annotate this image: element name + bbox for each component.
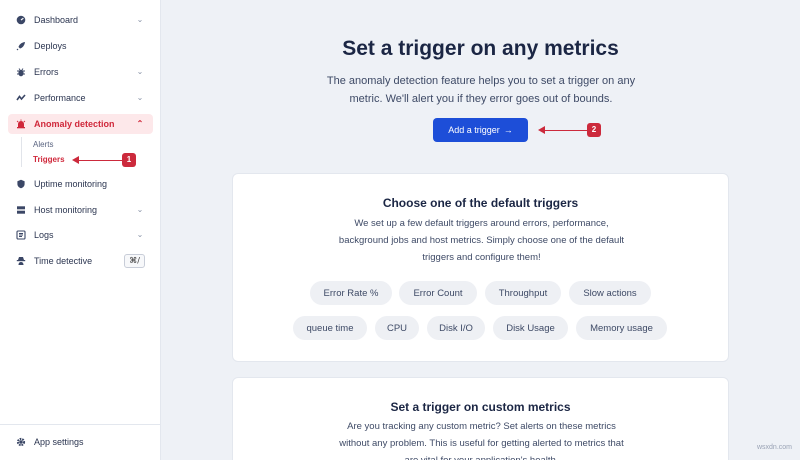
trigger-chip[interactable]: Disk I/O	[427, 316, 485, 340]
sidebar-item-label: App settings	[34, 437, 84, 447]
dashboard-gauge-icon	[16, 15, 26, 25]
sidebar: Dashboard ⌄ Deploys Errors ⌄ Performance…	[0, 0, 161, 460]
logs-icon	[16, 230, 26, 240]
sidebar-item-label: Uptime monitoring	[34, 179, 108, 189]
chevron-down-icon[interactable]: ⌄	[135, 15, 145, 25]
sidebar-item-label: Time detective	[34, 256, 93, 266]
card-title: Choose one of the default triggers	[382, 196, 579, 210]
sidebar-subitem-triggers[interactable]: Triggers	[33, 155, 65, 164]
chevron-down-icon[interactable]: ⌄	[135, 230, 145, 240]
divider	[0, 424, 161, 425]
default-triggers-card: Choose one of the default triggers We se…	[232, 173, 729, 362]
callout-arrow	[544, 129, 588, 131]
sidebar-item-deploys[interactable]: Deploys	[8, 36, 153, 56]
trigger-chip[interactable]: Error Rate %	[310, 281, 392, 305]
trigger-chip[interactable]: Throughput	[485, 281, 561, 305]
gear-icon	[16, 437, 26, 447]
custom-metrics-card: Set a trigger on custom metrics Are you …	[232, 377, 729, 460]
sidebar-item-time-detective[interactable]: Time detective ⌘/	[8, 251, 153, 271]
trigger-chip[interactable]: Slow actions	[569, 281, 651, 305]
trigger-chip[interactable]: CPU	[375, 316, 419, 340]
callout-badge: 1	[122, 153, 136, 167]
chevron-down-icon[interactable]: ⌄	[135, 205, 145, 215]
sidebar-item-label: Errors	[34, 67, 59, 77]
alarm-icon	[16, 119, 26, 129]
card-description: Are you tracking any custom metric? Set …	[339, 421, 624, 460]
sidebar-item-dashboard[interactable]: Dashboard ⌄	[8, 10, 153, 30]
page-description: The anomaly detection feature helps you …	[326, 75, 636, 105]
server-icon	[16, 205, 26, 215]
trigger-chip[interactable]: Memory usage	[576, 316, 667, 340]
sidebar-item-logs[interactable]: Logs ⌄	[8, 225, 153, 245]
sidebar-item-uptime-monitoring[interactable]: Uptime monitoring	[8, 174, 153, 194]
bug-icon	[16, 67, 26, 77]
card-description: We set up a few default triggers around …	[338, 218, 625, 263]
page-title: Set a trigger on any metrics	[342, 37, 619, 60]
arrow-right-icon: →	[503, 125, 513, 135]
sidebar-item-label: Anomaly detection	[34, 119, 115, 129]
sidebar-item-label: Deploys	[34, 41, 67, 51]
performance-icon	[16, 93, 26, 103]
sidebar-item-label: Host monitoring	[34, 205, 98, 215]
trigger-chip[interactable]: Disk Usage	[493, 316, 568, 340]
sidebar-item-label: Performance	[34, 93, 86, 103]
trigger-chip[interactable]: queue time	[293, 316, 367, 340]
sidebar-item-app-settings[interactable]: App settings	[8, 432, 153, 452]
callout-badge: 2	[587, 123, 601, 137]
sidebar-item-performance[interactable]: Performance ⌄	[8, 88, 153, 108]
chevron-down-icon[interactable]: ⌄	[135, 67, 145, 77]
sidebar-item-host-monitoring[interactable]: Host monitoring ⌄	[8, 200, 153, 220]
trigger-chip[interactable]: Error Count	[399, 281, 477, 305]
sidebar-item-anomaly-detection[interactable]: Anomaly detection ⌃	[8, 114, 153, 134]
shield-icon	[16, 179, 26, 189]
add-trigger-label: Add a trigger	[448, 125, 500, 135]
keyboard-shortcut: ⌘/	[124, 254, 145, 268]
chevron-down-icon[interactable]: ⌄	[135, 93, 145, 103]
sidebar-item-label: Dashboard	[34, 15, 79, 25]
watermark: wsxdn.com	[756, 444, 792, 451]
sidebar-item-errors[interactable]: Errors ⌄	[8, 62, 153, 82]
callout-arrow	[78, 159, 122, 161]
detective-icon	[16, 256, 26, 266]
chevron-up-icon[interactable]: ⌃	[135, 119, 145, 129]
sidebar-subitem-alerts[interactable]: Alerts	[33, 140, 53, 149]
rocket-icon	[16, 41, 26, 51]
add-trigger-button[interactable]: Add a trigger →	[433, 118, 528, 142]
submenu-divider	[21, 137, 22, 167]
card-title: Set a trigger on custom metrics	[390, 400, 571, 414]
sidebar-item-label: Logs	[34, 230, 54, 240]
